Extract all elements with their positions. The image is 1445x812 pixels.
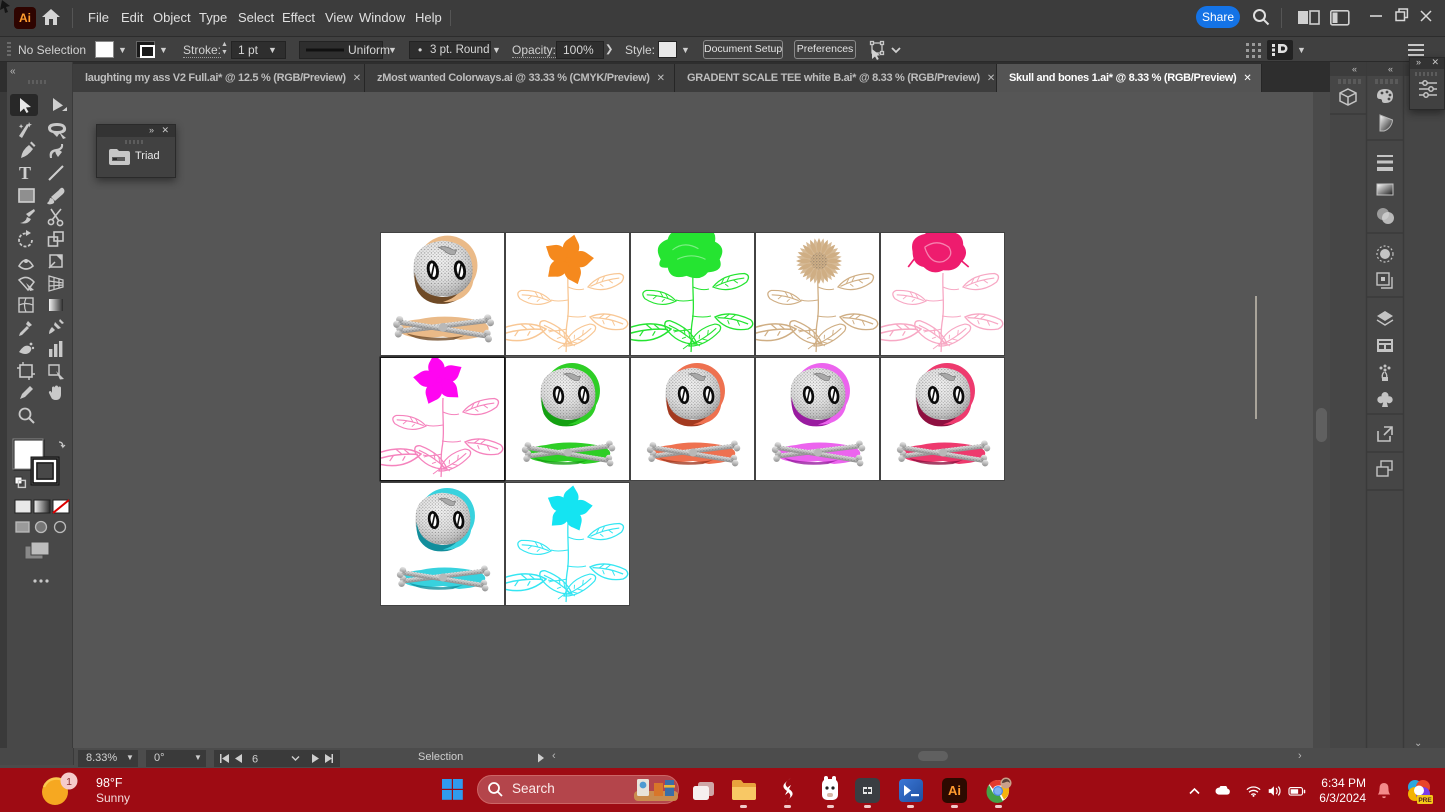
- svg-text:1: 1: [66, 776, 72, 788]
- svg-text:6: 6: [252, 754, 258, 766]
- svg-text:T: T: [19, 163, 31, 183]
- svg-text:PRE: PRE: [1418, 797, 1432, 804]
